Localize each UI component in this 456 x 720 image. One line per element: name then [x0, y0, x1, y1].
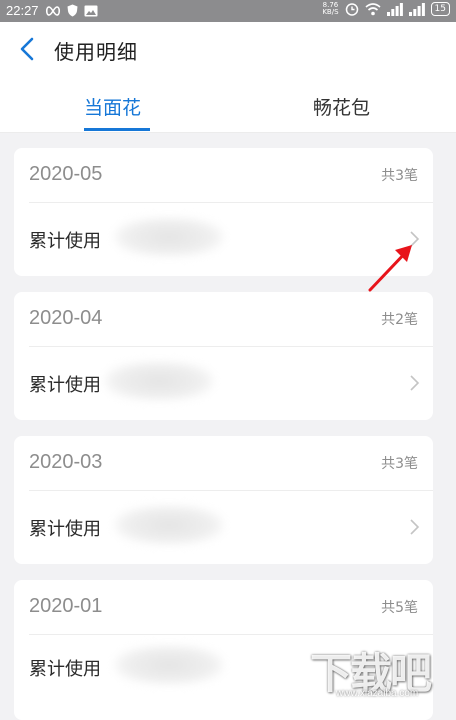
record-count: 共3笔	[381, 168, 418, 184]
record-month: 2020-03	[29, 451, 103, 473]
record-card-2020-03: 2020-03 共3笔 累计使用	[14, 436, 433, 564]
signal-icon	[386, 2, 403, 16]
watermark: 下载吧 www.xiazaiba.com	[310, 640, 450, 706]
shield-icon	[67, 4, 78, 17]
status-time: 22:27	[6, 3, 39, 18]
card-header: 2020-01 共5笔	[14, 580, 433, 634]
usage-summary-row[interactable]: 累计使用	[14, 347, 433, 420]
alarm-clock-icon	[345, 3, 358, 16]
network-speed: 8.76 KB/S	[322, 2, 338, 16]
network-speed-unit: KB/S	[322, 8, 339, 16]
chevron-left-icon[interactable]	[16, 36, 42, 62]
chevron-right-icon	[410, 375, 420, 391]
redacted-amount	[104, 361, 214, 401]
record-card-2020-04: 2020-04 共2笔 累计使用	[14, 292, 433, 420]
page-title: 使用明细	[54, 40, 138, 64]
redacted-amount	[114, 645, 224, 685]
card-header: 2020-04 共2笔	[14, 292, 433, 346]
card-header: 2020-05 共3笔	[14, 148, 433, 202]
record-count: 共2笔	[381, 312, 418, 328]
signal-icon-2	[408, 2, 425, 16]
usage-label: 累计使用	[29, 659, 101, 680]
status-bar-right: 8.76 KB/S 15	[322, 2, 450, 16]
card-header: 2020-03 共3笔	[14, 436, 433, 490]
record-month: 2020-05	[29, 163, 103, 185]
status-bar: 22:27 8.76 KB/S 15	[0, 0, 456, 22]
record-count: 共3笔	[381, 456, 418, 472]
record-month: 2020-01	[29, 595, 103, 617]
usage-label: 累计使用	[29, 519, 101, 540]
redacted-amount	[114, 217, 224, 257]
wifi-icon	[365, 2, 381, 15]
status-bar-left: 22:27	[6, 3, 98, 18]
tab-bar: 当面花 畅花包	[0, 76, 456, 133]
record-month: 2020-04	[29, 307, 103, 329]
battery-icon: 15	[430, 2, 450, 16]
tab-changhuabao[interactable]: 畅花包	[313, 93, 370, 120]
usage-label: 累计使用	[29, 375, 101, 396]
chevron-right-icon	[410, 519, 420, 535]
watermark-url: www.xiazaiba.com	[336, 688, 419, 699]
record-count: 共5笔	[381, 600, 418, 616]
annotation-arrow-icon	[368, 245, 412, 292]
redacted-amount	[114, 505, 224, 545]
infinity-icon	[45, 5, 60, 16]
usage-summary-row[interactable]: 累计使用	[14, 491, 433, 564]
image-icon	[84, 5, 98, 16]
usage-label: 累计使用	[29, 231, 101, 252]
app-header: 使用明细	[0, 22, 456, 76]
active-tab-indicator	[84, 128, 150, 131]
tab-dangmianhua[interactable]: 当面花	[84, 93, 141, 120]
